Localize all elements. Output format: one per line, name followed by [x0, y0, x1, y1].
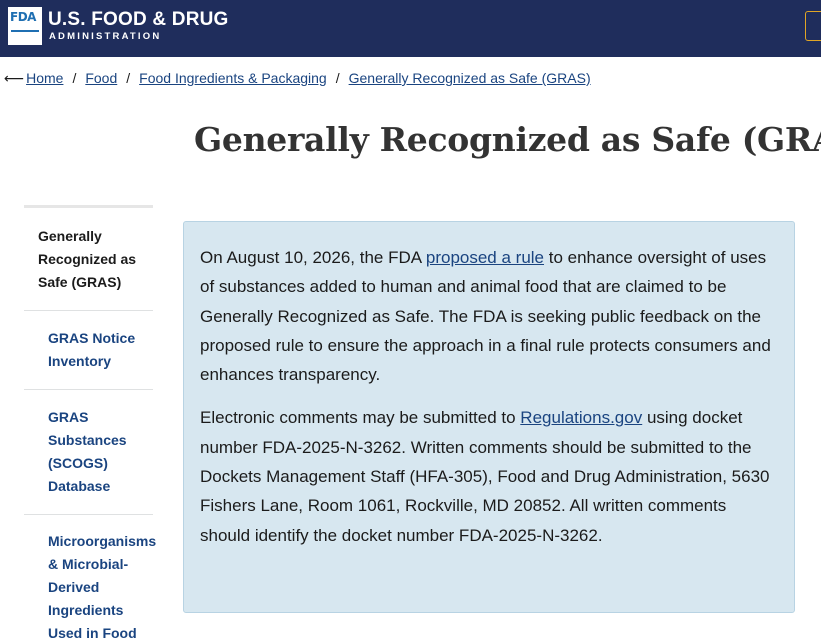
site-header: FDA U.S. FOOD & DRUG ADMINISTRATION [0, 0, 821, 57]
sidenav-item-microorganisms[interactable]: Microorganisms & Microbial-Derived Ingre… [24, 515, 157, 641]
alert-text: Electronic comments may be submitted to [200, 408, 521, 428]
side-navigation: Generally Recognized as Safe (GRAS) GRAS… [24, 205, 157, 641]
breadcrumb-gras[interactable]: Generally Recognized as Safe (GRAS) [349, 70, 591, 86]
breadcrumb-food-ingredients[interactable]: Food Ingredients & Packaging [139, 70, 327, 86]
logo-underline [11, 30, 39, 32]
sidenav-item-label: Microorganisms & Microbial-Derived Ingre… [48, 533, 157, 641]
breadcrumb-separator: / [72, 70, 77, 86]
page-title: Generally Recognized as Safe (GRAS) [194, 120, 821, 159]
alert-paragraph-2: Electronic comments may be submitted to … [200, 403, 778, 549]
sidenav-item-label: GRAS Substances (SCOGS) Database [48, 409, 127, 494]
breadcrumb-home[interactable]: Home [26, 70, 63, 86]
agency-name[interactable]: U.S. FOOD & DRUG [48, 9, 229, 31]
proposed-rule-link[interactable]: proposed a rule [426, 248, 544, 267]
agency-subtitle: ADMINISTRATION [49, 31, 162, 42]
sidenav-item-label: Generally Recognized as Safe (GRAS) [38, 228, 137, 290]
regulations-gov-link[interactable]: Regulations.gov [520, 408, 642, 427]
breadcrumb-separator: / [126, 70, 131, 86]
breadcrumb-food[interactable]: Food [85, 70, 117, 86]
alert-paragraph-1: On August 10, 2026, the FDA proposed a r… [200, 243, 778, 389]
alert-text: to enhance oversight of uses of substanc… [200, 248, 771, 385]
sidenav-item-gras-notice-inventory[interactable]: GRAS Notice Inventory [24, 311, 153, 390]
back-arrow-icon: ⟵ [4, 70, 25, 86]
search-button[interactable] [805, 11, 821, 41]
breadcrumb-separator: / [335, 70, 340, 86]
sidenav-item-label: GRAS Notice Inventory [48, 330, 136, 369]
fda-logo[interactable]: FDA [8, 7, 42, 45]
sidenav-item-gras[interactable]: Generally Recognized as Safe (GRAS) [24, 208, 153, 311]
sidenav-item-scogs-database[interactable]: GRAS Substances (SCOGS) Database [24, 390, 153, 515]
breadcrumb: ⟵ Home / Food / Food Ingredients & Packaging /… [4, 70, 591, 88]
alert-text: On August 10, 2026, the FDA [200, 248, 426, 267]
info-alert: On August 10, 2026, the FDA proposed a r… [183, 221, 795, 613]
fda-logo-text: FDA [10, 10, 36, 24]
alert-text: using docket number FDA-2025-N-3262. Wri… [200, 408, 770, 545]
